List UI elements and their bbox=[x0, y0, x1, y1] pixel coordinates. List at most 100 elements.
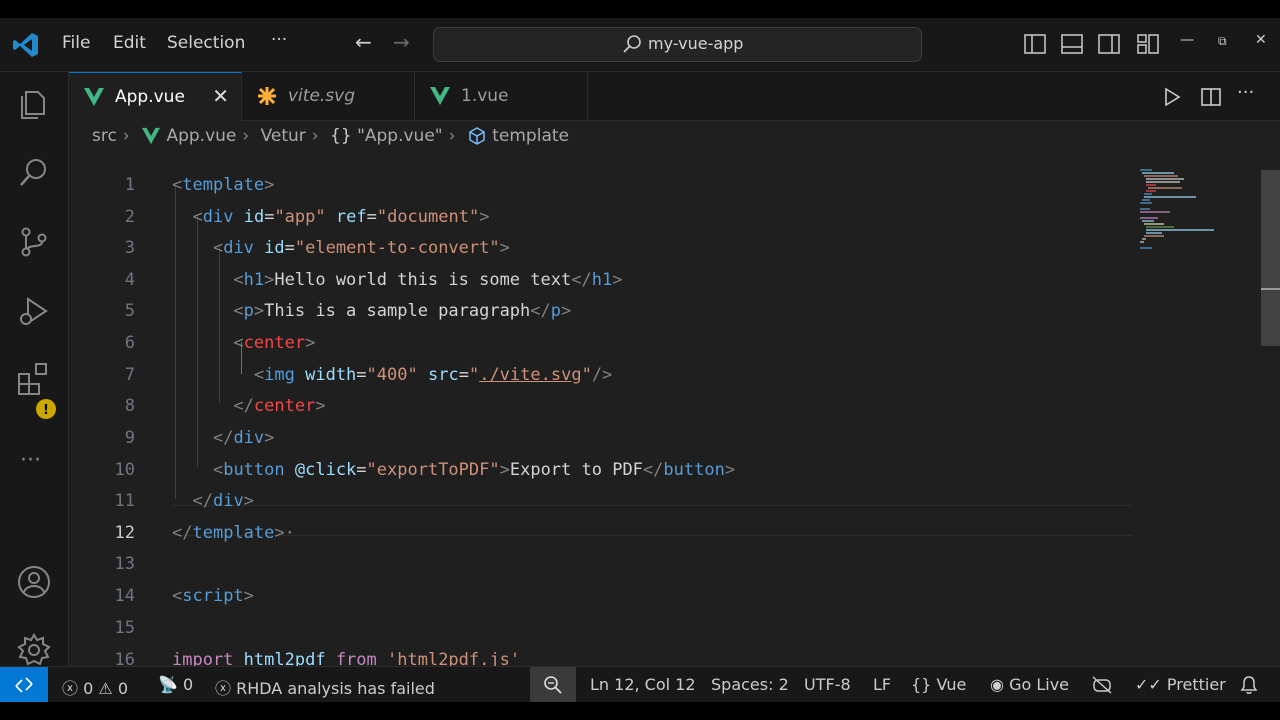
more-actions-icon[interactable]: ··· bbox=[1237, 82, 1254, 103]
forward-arrow-icon[interactable]: → bbox=[393, 30, 410, 54]
code-line: </template>· bbox=[172, 523, 295, 543]
tab-app-vue[interactable]: App.vue ✕ bbox=[69, 72, 242, 122]
search-icon[interactable] bbox=[16, 155, 52, 191]
breadcrumb: src › App.vue › Vetur › {} "App.vue" › templ… bbox=[92, 126, 569, 146]
tab-label: vite.svg bbox=[288, 86, 356, 106]
error-count: 0 bbox=[83, 679, 94, 698]
tab-1-vue[interactable]: 1.vue bbox=[415, 72, 588, 120]
activity-bar: ! ··· bbox=[0, 72, 69, 666]
svg-file-icon bbox=[258, 87, 276, 105]
vue-icon bbox=[84, 88, 104, 106]
code-line: </div> bbox=[212, 428, 275, 448]
ports-count: 0 bbox=[183, 675, 194, 694]
vscode-window: File Edit Selection ··· ← → my-vue-app —… bbox=[0, 18, 1280, 702]
broadcast-icon: ◉ bbox=[990, 675, 1004, 694]
run-code-icon[interactable] bbox=[1161, 86, 1183, 108]
split-editor-icon[interactable] bbox=[1200, 86, 1222, 108]
back-arrow-icon[interactable]: ← bbox=[355, 30, 372, 54]
warning-badge-icon: ! bbox=[36, 399, 56, 419]
breadcrumb-file[interactable]: App.vue bbox=[166, 126, 236, 146]
line-number: 13 bbox=[114, 554, 135, 574]
source-control-icon[interactable] bbox=[16, 224, 52, 260]
command-center-search[interactable]: my-vue-app bbox=[433, 27, 922, 62]
rhda-label: RHDA analysis has failed bbox=[236, 679, 435, 698]
close-window-icon[interactable]: ✕ bbox=[1255, 32, 1267, 48]
copilot-disabled-icon[interactable] bbox=[1092, 676, 1112, 694]
line-number: 5 bbox=[124, 301, 135, 321]
end-of-line[interactable]: LF bbox=[873, 675, 891, 694]
code-editor[interactable]: 1 2 3 4 5 6 7 8 9 10 11 12 13 14 15 16 <template> <div … bbox=[69, 154, 1133, 666]
code-line: </div> bbox=[192, 491, 254, 511]
braces-icon: {} bbox=[330, 126, 352, 146]
command-center-label: my-vue-app bbox=[648, 34, 744, 53]
code-line: <p>This is a sample paragraph</p> bbox=[233, 301, 572, 321]
run-and-debug-icon[interactable] bbox=[16, 293, 52, 329]
restore-icon[interactable]: ⧉ bbox=[1218, 34, 1227, 49]
scroll-position-marker bbox=[1261, 288, 1280, 290]
explorer-icon[interactable] bbox=[16, 86, 52, 122]
prettier-status[interactable]: ✓✓ Prettier bbox=[1135, 675, 1226, 694]
toggle-secondary-sidebar-icon[interactable] bbox=[1098, 34, 1120, 54]
notifications-bell-icon[interactable] bbox=[1240, 675, 1258, 695]
tab-vite-svg[interactable]: vite.svg bbox=[242, 72, 415, 120]
language-mode[interactable]: {} Vue bbox=[911, 675, 966, 694]
line-number: 3 bbox=[124, 238, 135, 258]
manage-gear-icon[interactable] bbox=[16, 632, 52, 668]
vue-icon bbox=[430, 87, 450, 105]
minimap[interactable] bbox=[1134, 154, 1260, 666]
go-live-button[interactable]: ◉ Go Live bbox=[990, 675, 1069, 694]
code-line: <button @click="exportToPDF">Export to P… bbox=[212, 460, 736, 480]
menu-edit[interactable]: Edit bbox=[113, 33, 146, 53]
line-number: 12 bbox=[114, 523, 135, 543]
problems-indicator[interactable]: ⓧ 0 ⚠ 0 bbox=[62, 675, 128, 699]
breadcrumb-template[interactable]: template bbox=[492, 126, 569, 146]
editor-tabs: App.vue ✕ vite.svg 1.vue ··· bbox=[69, 72, 1280, 122]
language-label: Vue bbox=[936, 675, 967, 694]
menu-selection[interactable]: Selection bbox=[167, 33, 245, 53]
zoom-button[interactable] bbox=[530, 667, 576, 702]
encoding[interactable]: UTF-8 bbox=[804, 675, 851, 694]
warning-icon: ⚠ bbox=[98, 679, 113, 698]
minimize-icon[interactable]: — bbox=[1180, 32, 1194, 48]
line-number: 8 bbox=[124, 396, 135, 416]
accounts-icon[interactable] bbox=[16, 564, 52, 600]
cursor-position[interactable]: Ln 12, Col 12 bbox=[590, 675, 696, 694]
breadcrumb-src[interactable]: src bbox=[92, 126, 117, 146]
remote-indicator[interactable] bbox=[0, 667, 48, 702]
extensions-icon[interactable] bbox=[16, 362, 52, 398]
line-number: 7 bbox=[124, 365, 135, 385]
customize-layout-icon[interactable] bbox=[1137, 34, 1159, 54]
code-line: </center> bbox=[233, 396, 326, 416]
code-line: <div id="element-to-convert"> bbox=[212, 238, 510, 258]
menu-more[interactable]: ··· bbox=[271, 30, 287, 50]
breadcrumb-vetur[interactable]: Vetur bbox=[261, 126, 306, 146]
line-number: 1 bbox=[124, 175, 135, 195]
line-number: 14 bbox=[114, 586, 135, 606]
search-icon bbox=[623, 35, 641, 53]
vertical-scrollbar[interactable] bbox=[1261, 154, 1280, 666]
breadcrumb-module[interactable]: "App.vue" bbox=[357, 126, 443, 146]
line-number: 15 bbox=[114, 618, 135, 638]
line-number: 9 bbox=[124, 428, 135, 448]
code-line: <img width="400" src="./vite.svg"/> bbox=[253, 365, 613, 385]
vue-icon bbox=[142, 127, 161, 145]
broadcast-icon: 📡 bbox=[158, 675, 178, 694]
double-check-icon: ✓✓ bbox=[1135, 675, 1162, 694]
rhda-status[interactable]: ⓧ RHDA analysis has failed bbox=[215, 675, 435, 699]
ports-indicator[interactable]: 📡 0 bbox=[158, 675, 193, 694]
menu-file[interactable]: File bbox=[62, 33, 90, 53]
scrollbar-thumb[interactable] bbox=[1261, 170, 1280, 346]
toggle-panel-icon[interactable] bbox=[1061, 34, 1083, 54]
svg-text:!: ! bbox=[43, 403, 49, 418]
line-number: 4 bbox=[124, 270, 135, 290]
more-views-icon[interactable]: ··· bbox=[20, 448, 41, 473]
error-icon: ⓧ bbox=[215, 679, 232, 698]
code-line: import html2pdf from 'html2pdf.js' bbox=[172, 650, 521, 666]
vscode-logo-icon bbox=[13, 33, 38, 57]
line-number: 16 bbox=[114, 650, 135, 666]
toggle-primary-sidebar-icon[interactable] bbox=[1024, 34, 1046, 54]
close-tab-icon[interactable]: ✕ bbox=[212, 84, 229, 108]
code-line: <div id="app" ref="document"> bbox=[192, 207, 490, 227]
title-bar: File Edit Selection ··· ← → my-vue-app —… bbox=[0, 18, 1280, 72]
indentation[interactable]: Spaces: 2 bbox=[711, 675, 789, 694]
